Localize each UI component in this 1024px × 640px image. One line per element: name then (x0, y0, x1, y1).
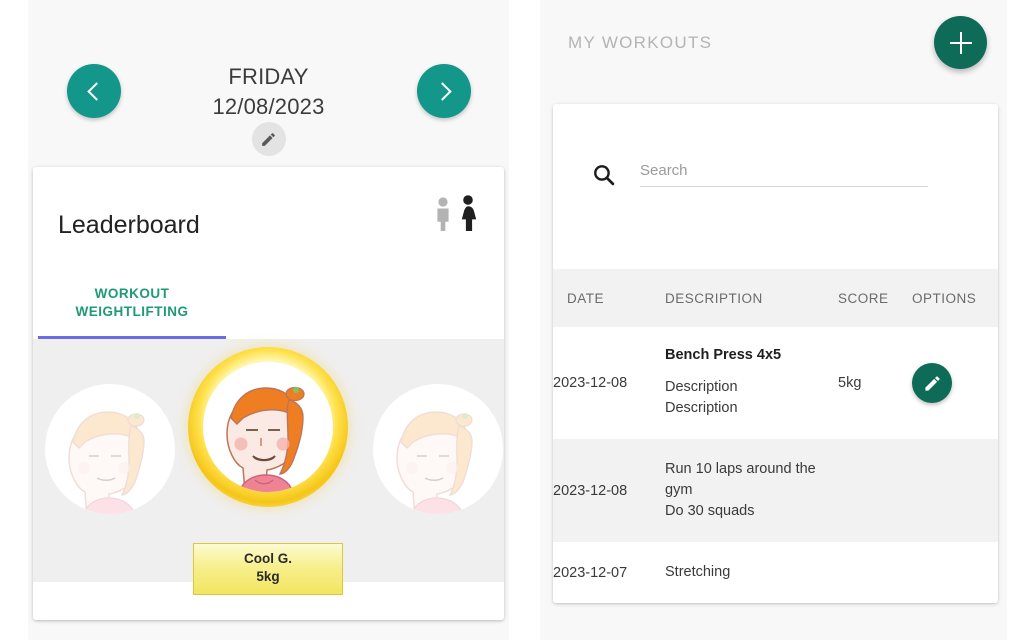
cell-description: Bench Press 4x5 Description Description (665, 327, 838, 439)
edit-date-button[interactable] (251, 122, 286, 156)
description-line: Run 10 laps around the (665, 461, 816, 477)
search-icon[interactable] (591, 162, 616, 187)
cell-options (912, 343, 998, 423)
cell-date: 2023-12-08 (553, 375, 628, 391)
podium-slot-right[interactable] (373, 384, 503, 514)
edit-workout-button[interactable] (912, 363, 952, 403)
winner-name: Cool G. (244, 551, 292, 566)
table-header-row: DATE DESCRIPTION SCORE OPTIONS (553, 269, 998, 327)
tab-workout-weightlifting[interactable]: WORKOUT WEIGHTLIFTING (38, 285, 226, 321)
avatar-illustration-icon (68, 411, 145, 514)
cell-description: Stretching (665, 542, 838, 603)
page-title: MY WORKOUTS (568, 33, 713, 52)
description-line: Stretching (665, 564, 731, 580)
cell-score (838, 553, 912, 593)
add-workout-button[interactable] (934, 16, 987, 69)
date-navigation-bar: FRIDAY 12/08/2023 (28, 0, 509, 160)
avatar-illustration-icon (226, 386, 305, 492)
workout-description-lines: Description Description (665, 377, 838, 419)
gender-filter-toggle[interactable] (432, 195, 480, 231)
female-figure-icon (461, 195, 477, 231)
table-body: 2023-12-08 Bench Press 4x5 Description Desc… (553, 327, 998, 603)
column-header-score: SCORE (838, 290, 889, 306)
winner-label: Cool G. 5kg (193, 543, 343, 595)
search-input[interactable] (640, 162, 928, 187)
leaderboard-podium: Cool G. 5kg (33, 339, 504, 595)
pencil-icon (924, 375, 940, 391)
search-zone (553, 104, 998, 269)
cell-date: 2023-12-08 (553, 482, 628, 499)
table-row[interactable]: 2023-12-08 Run 10 laps around the gym Do 30… (553, 439, 998, 542)
cell-score (838, 471, 912, 511)
cell-options (912, 553, 998, 593)
column-header-options: OPTIONS (912, 290, 977, 306)
avatar (203, 362, 333, 492)
cell-score: 5kg (838, 375, 862, 391)
male-figure-icon (437, 197, 449, 231)
left-panel: FRIDAY 12/08/2023 Leaderboard WORKOUT WE… (28, 0, 509, 640)
search-row (591, 162, 928, 187)
description-line: gym (665, 482, 693, 498)
avatar-illustration-icon (396, 411, 473, 514)
podium-slot-left[interactable] (45, 384, 175, 514)
weekday-label: FRIDAY (228, 64, 309, 89)
podium-slot-center[interactable]: Cool G. 5kg (188, 347, 348, 595)
column-header-date: DATE (567, 290, 605, 306)
leaderboard-title: Leaderboard (58, 211, 200, 239)
date-label: 12/08/2023 (212, 94, 325, 119)
workout-title: Bench Press 4x5 (665, 347, 782, 363)
winner-score: 5kg (256, 569, 280, 584)
app-root: FRIDAY 12/08/2023 Leaderboard WORKOUT WE… (0, 0, 1024, 640)
workout-description-lines: Run 10 laps around the gym Do 30 squads (665, 459, 838, 522)
current-date-block: FRIDAY 12/08/2023 (28, 62, 509, 122)
avatar (373, 384, 503, 514)
workouts-card: DATE DESCRIPTION SCORE OPTIONS 2023-12-0… (553, 104, 998, 603)
avatar (45, 384, 175, 514)
description-line: Description (665, 379, 738, 395)
tab-label-line-2: WEIGHTLIFTING (75, 304, 189, 319)
cell-description: Run 10 laps around the gym Do 30 squads (665, 439, 838, 542)
description-line: Description (665, 400, 738, 416)
cell-options (912, 471, 998, 511)
tab-label-line-1: WORKOUT (94, 286, 170, 301)
workout-description-lines: Stretching (665, 562, 838, 583)
leaderboard-tabs: WORKOUT WEIGHTLIFTING (33, 285, 504, 339)
plus-icon (949, 31, 972, 54)
workouts-header: MY WORKOUTS (540, 0, 1007, 104)
winner-gold-ring (188, 347, 348, 507)
column-header-description: DESCRIPTION (665, 290, 763, 306)
table-row[interactable]: 2023-12-07 Stretching (553, 542, 998, 603)
description-line: Do 30 squads (665, 503, 755, 519)
cell-date: 2023-12-07 (553, 564, 628, 581)
leaderboard-header: Leaderboard (33, 167, 504, 285)
table-row[interactable]: 2023-12-08 Bench Press 4x5 Description Desc… (553, 327, 998, 439)
pencil-icon (262, 132, 275, 146)
leaderboard-card: Leaderboard WORKOUT WEIGHTLIFTING Cool G… (33, 167, 504, 620)
right-panel: MY WORKOUTS DATE DESCRIPTION SCORE (540, 0, 1007, 640)
